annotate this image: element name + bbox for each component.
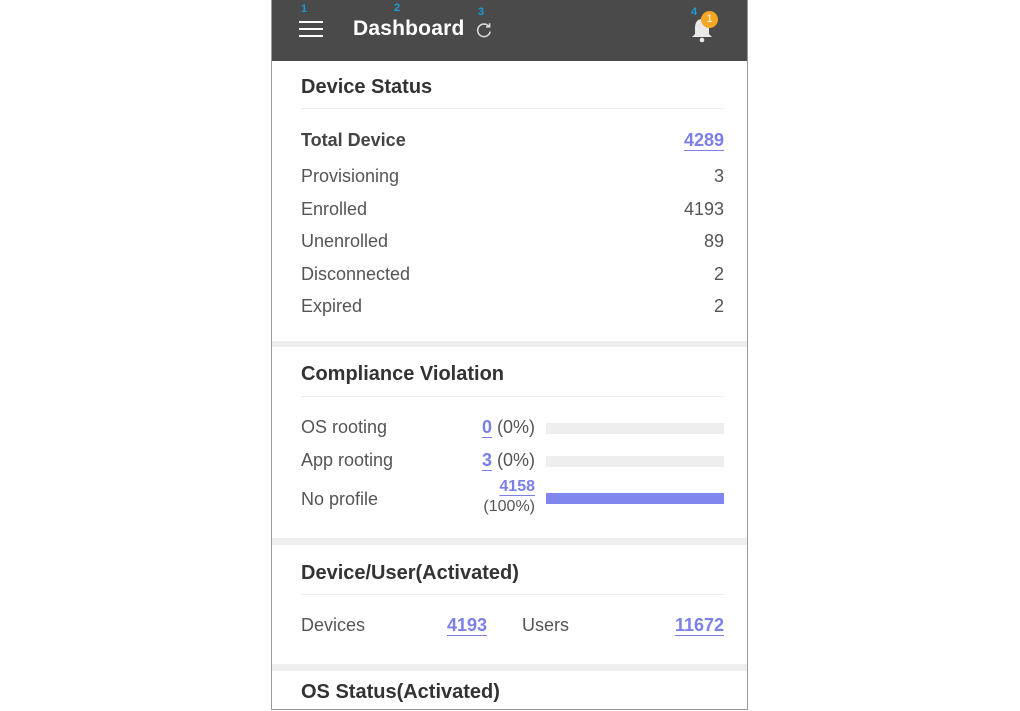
status-row-disconnected: Disconnected 2 bbox=[301, 264, 724, 288]
total-device-link[interactable]: 4289 bbox=[684, 130, 724, 151]
page-title: Dashboard bbox=[353, 17, 465, 40]
compliance-label: No profile bbox=[301, 489, 379, 509]
compliance-percent: (0%) bbox=[496, 450, 535, 470]
app-frame: Dashboard 1 1 2 3 4 Device Status Total … bbox=[271, 0, 748, 710]
no-profile-count-link[interactable]: 4158 bbox=[451, 478, 535, 496]
compliance-row-no-profile: No profile 4158 (100%) bbox=[301, 477, 724, 523]
os-rooting-count-link[interactable]: 0 bbox=[482, 417, 492, 437]
status-label: Expired bbox=[301, 296, 363, 316]
devices-label: Devices bbox=[301, 615, 366, 635]
device-status-card: Device Status Total Device 4289 Provisio… bbox=[272, 61, 747, 341]
divider bbox=[301, 594, 724, 595]
divider bbox=[301, 108, 724, 109]
status-row-expired: Expired 2 bbox=[301, 296, 724, 320]
compliance-row-os-rooting: OS rooting 0 (0%) bbox=[301, 417, 724, 441]
compliance-card: Compliance Violation OS rooting 0 (0%) A… bbox=[272, 347, 747, 538]
device-status-title: Device Status bbox=[301, 76, 433, 98]
hamburger-icon[interactable] bbox=[299, 19, 323, 39]
compliance-title: Compliance Violation bbox=[301, 363, 504, 385]
activated-title: Device/User(Activated) bbox=[301, 562, 519, 584]
compliance-value: 4158 (100%) bbox=[451, 478, 535, 516]
app-rooting-count-link[interactable]: 3 bbox=[482, 450, 492, 470]
compliance-label: OS rooting bbox=[301, 417, 388, 437]
status-label: Unenrolled bbox=[301, 231, 389, 251]
refresh-icon[interactable] bbox=[475, 21, 493, 39]
top-app-bar: Dashboard 1 1 2 3 4 bbox=[272, 0, 747, 61]
compliance-percent: (0%) bbox=[496, 417, 535, 437]
os-status-card: OS Status(Activated) bbox=[272, 671, 747, 709]
compliance-bar bbox=[546, 423, 724, 434]
compliance-bar bbox=[546, 493, 724, 504]
step-marker-4: 4 bbox=[691, 6, 698, 18]
compliance-bar-fill bbox=[546, 493, 724, 504]
compliance-row-app-rooting: App rooting 3 (0%) bbox=[301, 450, 724, 474]
activated-row: Devices 4193 Users 11672 bbox=[301, 615, 724, 639]
status-value: 2 bbox=[713, 296, 724, 316]
status-value: 3 bbox=[713, 166, 724, 186]
activated-card: Device/User(Activated) Devices 4193 User… bbox=[272, 545, 747, 664]
status-label: Provisioning bbox=[301, 166, 400, 186]
notification-badge: 1 bbox=[701, 11, 718, 28]
step-marker-1: 1 bbox=[301, 3, 308, 15]
status-row-unenrolled: Unenrolled 89 bbox=[301, 231, 724, 255]
compliance-value: 0 (0%) bbox=[451, 417, 535, 438]
status-value: 89 bbox=[703, 231, 724, 251]
status-row-provisioning: Provisioning 3 bbox=[301, 166, 724, 190]
compliance-bar bbox=[546, 456, 724, 467]
os-status-title: OS Status(Activated) bbox=[301, 681, 500, 703]
divider bbox=[301, 396, 724, 397]
compliance-percent: (100%) bbox=[483, 498, 535, 515]
total-device-label: Total Device bbox=[301, 130, 406, 150]
status-value: 4193 bbox=[683, 199, 724, 219]
total-device-row: Total Device 4289 bbox=[301, 130, 724, 154]
status-label: Disconnected bbox=[301, 264, 411, 284]
compliance-value: 3 (0%) bbox=[451, 450, 535, 471]
users-label: Users bbox=[522, 615, 570, 635]
step-marker-2: 2 bbox=[394, 2, 401, 14]
status-value: 2 bbox=[713, 264, 724, 284]
step-marker-3: 3 bbox=[478, 6, 485, 18]
users-count-link[interactable]: 11672 bbox=[675, 615, 724, 636]
compliance-label: App rooting bbox=[301, 450, 394, 470]
status-label: Enrolled bbox=[301, 199, 368, 219]
devices-count-link[interactable]: 4193 bbox=[447, 615, 487, 636]
status-row-enrolled: Enrolled 4193 bbox=[301, 199, 724, 223]
